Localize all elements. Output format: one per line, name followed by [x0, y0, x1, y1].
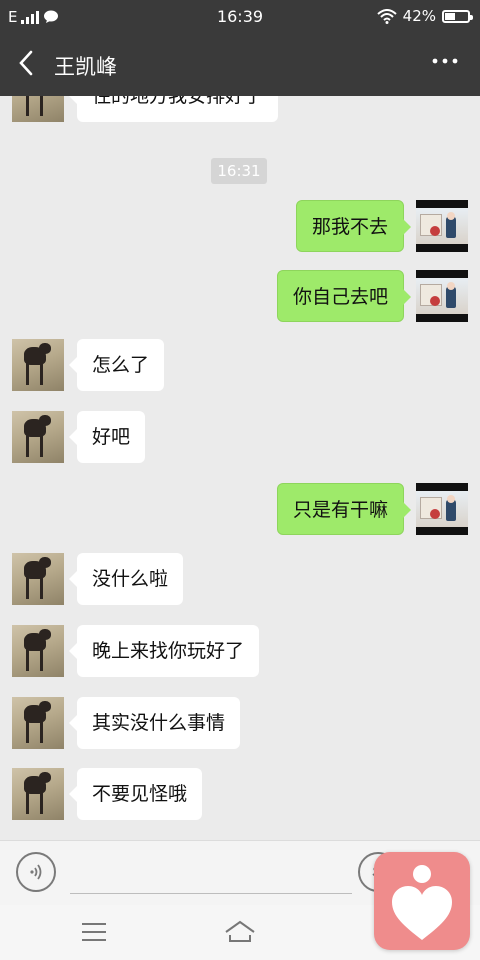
message-bubble[interactable]: 住的地方我安排好了: [68, 96, 279, 122]
message-bubble[interactable]: 那我不去: [295, 200, 412, 252]
menu-icon[interactable]: [82, 923, 106, 941]
contact-avatar[interactable]: [12, 339, 64, 391]
message-input[interactable]: [70, 855, 352, 894]
contact-avatar[interactable]: [12, 697, 64, 749]
status-bar: E 16:39 42%: [0, 0, 480, 34]
message-bubble[interactable]: 好吧: [68, 411, 146, 463]
message-bubble[interactable]: 只是有干嘛: [276, 483, 412, 535]
heart-icon: [392, 865, 452, 940]
chat-area[interactable]: 住的地方我安排好了 16:31 那我不去 你自己去吧 怎么了 好吧 只是有干嘛 …: [0, 96, 480, 840]
back-button[interactable]: [16, 48, 46, 82]
wifi-icon: [376, 8, 397, 24]
more-icon: [432, 58, 458, 64]
battery-percent: 42%: [402, 7, 436, 25]
battery-fill: [445, 12, 456, 20]
message-bubble[interactable]: 怎么了: [68, 339, 165, 391]
my-avatar[interactable]: [416, 200, 468, 252]
contact-avatar[interactable]: [12, 625, 64, 677]
contact-name: 王凯峰: [54, 55, 117, 79]
message-bubble[interactable]: 你自己去吧: [276, 270, 412, 322]
message-bubble[interactable]: 没什么啦: [68, 553, 184, 605]
chevron-left-icon: [19, 50, 33, 76]
contact-avatar[interactable]: [12, 553, 64, 605]
message-bubble[interactable]: 不要见怪哦: [68, 768, 203, 820]
floating-heart-app[interactable]: [374, 852, 470, 950]
status-right: 42%: [376, 7, 473, 25]
my-avatar[interactable]: [416, 270, 468, 322]
more-button[interactable]: [432, 46, 458, 71]
voice-button[interactable]: [16, 852, 56, 892]
chat-header: 王凯峰: [0, 34, 480, 96]
message-bubble[interactable]: 其实没什么事情: [68, 697, 241, 749]
battery-icon: [442, 9, 473, 23]
message-bubble[interactable]: 晚上来找你玩好了: [68, 625, 260, 677]
contact-avatar[interactable]: [12, 411, 64, 463]
contact-avatar[interactable]: [12, 768, 64, 820]
voice-icon: [30, 864, 42, 880]
contact-avatar[interactable]: [12, 96, 64, 122]
home-icon[interactable]: [224, 919, 256, 945]
timestamp: 16:31: [211, 158, 267, 184]
my-avatar[interactable]: [416, 483, 468, 535]
